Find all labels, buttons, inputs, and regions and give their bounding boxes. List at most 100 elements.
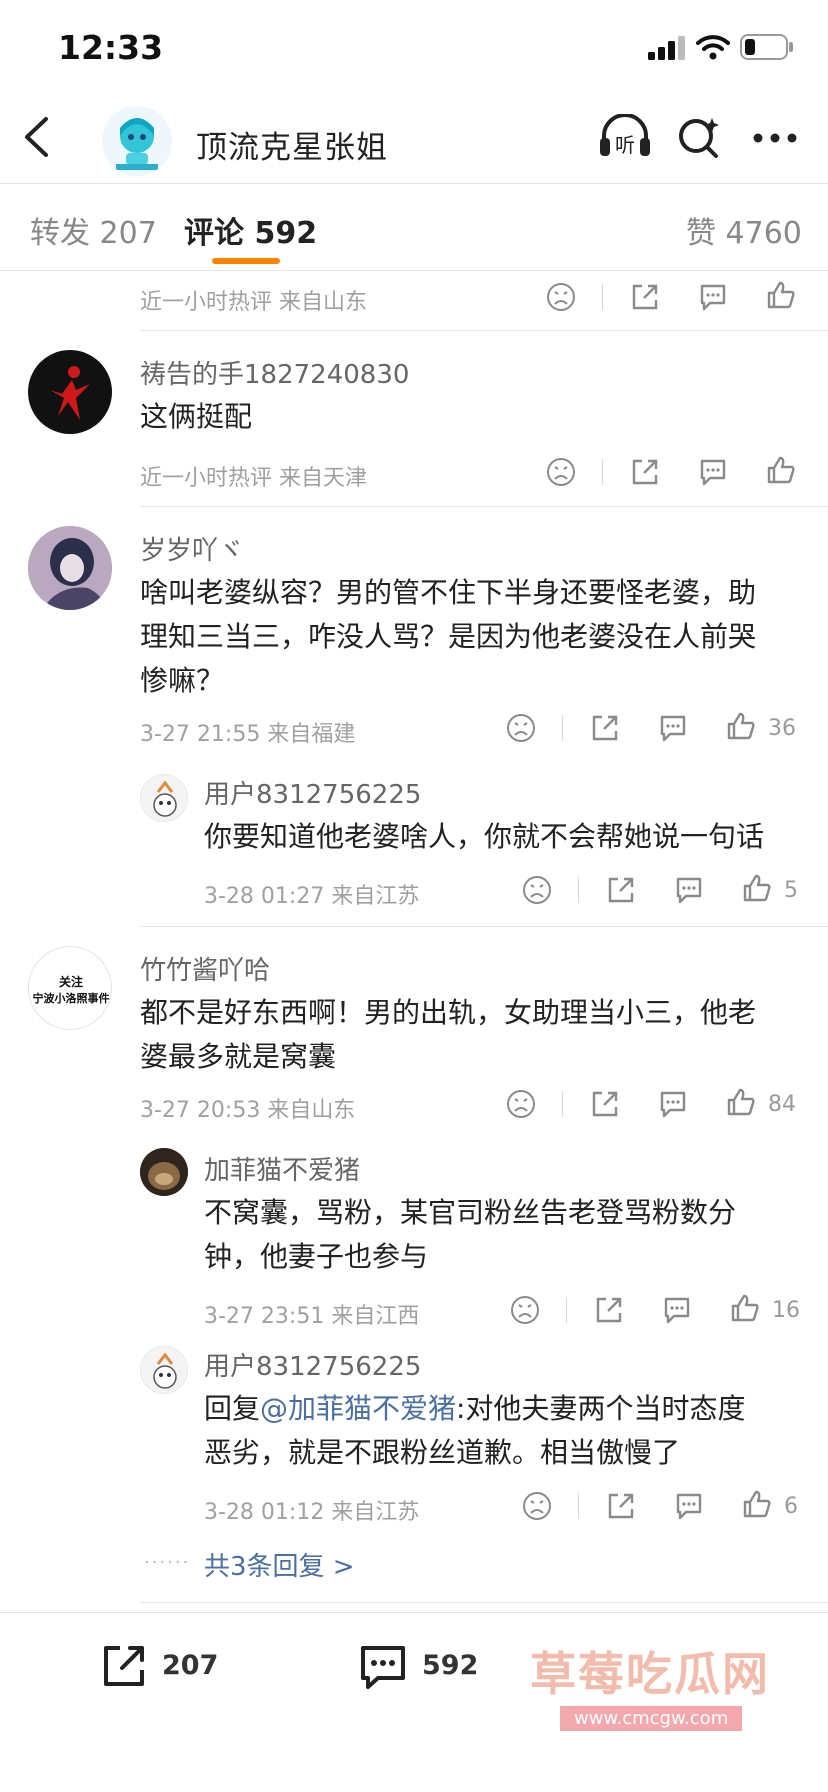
like-icon[interactable]: [726, 1087, 756, 1117]
more-replies-link[interactable]: 共3条回复 >: [204, 1546, 355, 1583]
dislike-icon[interactable]: [522, 1491, 552, 1521]
comment-count[interactable]: 592: [422, 1650, 478, 1681]
comment-text-line: 惨嘛？: [140, 664, 225, 697]
tab-reposts[interactable]: 转发 207: [30, 208, 157, 252]
like-icon[interactable]: [726, 711, 756, 741]
reply-username[interactable]: 用户8312756225: [204, 774, 421, 811]
status-time: 12:33: [58, 28, 164, 67]
avatar-label: 关注: [58, 975, 83, 989]
reply-text-line: 不窝囊，骂粉，某官司粉丝告老登骂粉数分: [204, 1196, 737, 1229]
like-count: 6: [784, 1494, 798, 1519]
user-avatar[interactable]: 关注 宁波小洛照事件: [28, 946, 112, 1030]
reply-avatar[interactable]: [140, 1148, 188, 1196]
action-separator: [578, 1493, 579, 1519]
comment-username[interactable]: 祷告的手1827240830: [140, 354, 409, 391]
reply-avatar[interactable]: [140, 1346, 188, 1394]
share-icon[interactable]: [606, 875, 636, 905]
comment-meta: 近一小时热评 来自山东: [140, 290, 367, 315]
repost-count[interactable]: 207: [162, 1650, 218, 1681]
reply-avatar[interactable]: [140, 774, 188, 822]
reply-text: 你要知道他老婆啥人，你就不会帮她说一句话: [204, 820, 765, 853]
signal-icon: [648, 36, 685, 60]
reply-username[interactable]: 加菲猫不爱猪: [204, 1150, 360, 1187]
comment-text-line: 理知三当三，咋没人骂？是因为他老婆没在人前哭: [140, 620, 757, 653]
dislike-icon[interactable]: [506, 1089, 536, 1119]
reply-meta: 3-27 23:51 来自江西: [204, 1304, 420, 1329]
tab-comments[interactable]: 评论 592: [184, 208, 317, 252]
like-icon[interactable]: [742, 1489, 772, 1519]
watermark-text: 草莓吃瓜网: [530, 1647, 770, 1701]
search-icon[interactable]: [676, 114, 722, 160]
svg-text:听: 听: [615, 133, 635, 157]
comment-icon[interactable]: [658, 713, 688, 743]
reply-meta: 3-28 01:27 来自江苏: [204, 884, 420, 909]
reply-text-line: 钟，他妻子也参与: [204, 1240, 429, 1273]
header-avatar[interactable]: [102, 106, 172, 176]
dislike-icon[interactable]: [510, 1295, 540, 1325]
reply-text-line: 恶劣，就是不跟粉丝道歉。相当傲慢了: [204, 1436, 681, 1469]
action-separator: [566, 1297, 567, 1323]
comment-divider: [140, 330, 828, 331]
share-icon[interactable]: [594, 1295, 624, 1325]
comment-icon[interactable]: [698, 282, 728, 312]
like-icon[interactable]: [766, 280, 796, 310]
comment-divider: [140, 506, 828, 507]
reply-username[interactable]: 用户8312756225: [204, 1346, 421, 1383]
comment-icon[interactable]: [698, 457, 728, 487]
comment-icon[interactable]: [658, 1089, 688, 1119]
page-title: 顶流克星张姐: [196, 130, 388, 166]
comment-bar-icon[interactable]: [358, 1642, 408, 1692]
comment-username[interactable]: 竹竹酱吖哈: [140, 950, 270, 987]
comment-text-line: 啥叫老婆纵容？男的管不住下半身还要怪老婆，助: [140, 576, 757, 609]
comment-icon[interactable]: [674, 875, 704, 905]
like-icon[interactable]: [730, 1293, 760, 1323]
repost-icon[interactable]: [100, 1642, 148, 1690]
action-separator: [602, 284, 603, 310]
share-icon[interactable]: [590, 1089, 620, 1119]
comment-meta: 3-27 21:55 来自福建: [140, 722, 356, 747]
back-button[interactable]: [22, 116, 50, 158]
battery-icon: [740, 34, 793, 60]
header-divider: [0, 183, 828, 184]
reply-text-rest: :对他夫妻两个当时态度: [456, 1392, 746, 1425]
comment-meta: 近一小时热评 来自天津: [140, 466, 367, 491]
dislike-icon[interactable]: [506, 713, 536, 743]
share-icon[interactable]: [606, 1491, 636, 1521]
like-count: 84: [768, 1092, 796, 1117]
dislike-icon[interactable]: [546, 457, 576, 487]
like-icon[interactable]: [742, 873, 772, 903]
comment-text-line: 都不是好东西啊！男的出轨，女助理当小三，他老: [140, 996, 757, 1029]
comment-text: 这俩挺配: [140, 400, 253, 433]
tab-likes[interactable]: 赞 4760: [686, 208, 802, 252]
share-icon[interactable]: [630, 282, 660, 312]
action-separator: [562, 1091, 563, 1117]
comment-icon[interactable]: [674, 1491, 704, 1521]
mention-link[interactable]: @加菲猫不爱猪: [260, 1392, 456, 1425]
comment-icon[interactable]: [662, 1295, 692, 1325]
tabs-divider: [0, 270, 828, 271]
like-count: 36: [768, 716, 796, 741]
reply-meta: 3-28 01:12 来自江苏: [204, 1500, 420, 1525]
dislike-icon[interactable]: [546, 282, 576, 312]
more-replies-dots: ······: [144, 1552, 191, 1573]
avatar-label: 宁波小洛照事件: [32, 992, 110, 1005]
share-icon[interactable]: [590, 713, 620, 743]
comment-divider: [140, 926, 828, 927]
share-icon[interactable]: [630, 457, 660, 487]
user-avatar[interactable]: [28, 350, 112, 434]
comment-divider: [140, 1602, 828, 1603]
like-count: 5: [784, 878, 798, 903]
like-icon[interactable]: [766, 455, 796, 485]
dislike-icon[interactable]: [522, 875, 552, 905]
more-options-icon[interactable]: [752, 132, 798, 144]
wifi-icon: [696, 35, 730, 60]
action-separator: [602, 459, 603, 485]
listen-button[interactable]: 听: [598, 114, 652, 160]
active-tab-indicator: [212, 258, 280, 264]
user-avatar[interactable]: [28, 526, 112, 610]
comment-username[interactable]: 岁岁吖ヾ: [140, 530, 244, 567]
action-separator: [578, 877, 579, 903]
watermark-url: www.cmcgw.com: [560, 1706, 743, 1731]
comment-meta: 3-27 20:53 来自山东: [140, 1098, 356, 1123]
reply-text-line: 回复@加菲猫不爱猪:对他夫妻两个当时态度: [204, 1386, 745, 1431]
